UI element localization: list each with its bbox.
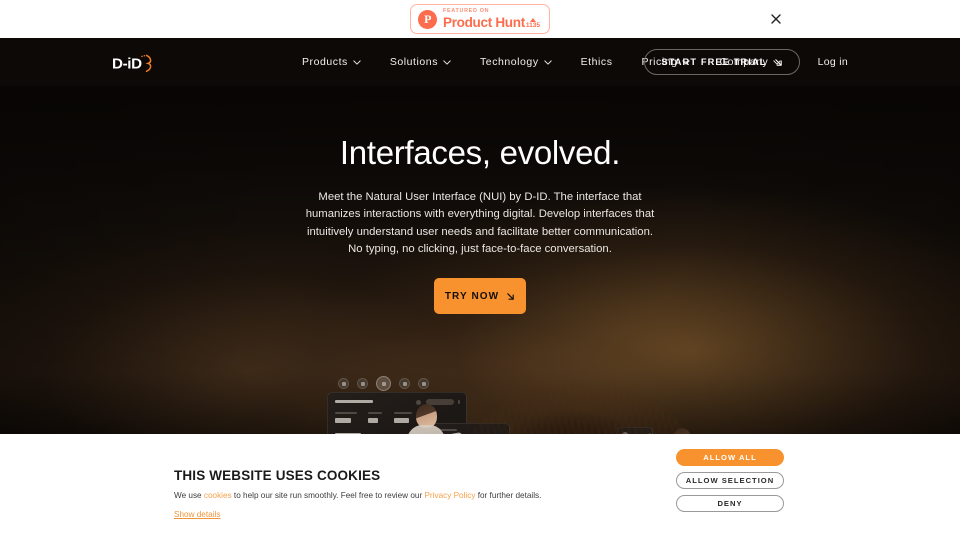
hero-section: Interfaces, evolved. Meet the Natural Us… [0, 86, 960, 434]
ar-tool-icon-5 [418, 378, 429, 389]
chevron-down-icon [443, 59, 451, 65]
product-hunt-badge[interactable]: P FEATURED ON Product Hunt 1135 [410, 4, 550, 34]
chevron-down-icon [353, 59, 361, 65]
page-title: Interfaces, evolved. [339, 134, 621, 171]
svg-text:D-iD: D-iD [112, 55, 142, 72]
start-free-trial-button[interactable]: START FREE TRIAL [644, 49, 800, 75]
nav-item-ethics[interactable]: Ethics [581, 56, 627, 68]
product-hunt-logo-icon: P [418, 9, 437, 29]
arrow-down-right-icon [774, 58, 783, 67]
badge-product-name: Product Hunt [443, 14, 525, 30]
cookie-desc-part1: We use [174, 491, 204, 500]
cookie-desc-part2: to help our site run smoothly. Feel free… [231, 491, 425, 500]
cookie-banner-description: We use cookies to help our site run smoo… [174, 490, 604, 501]
ar-tool-icon-active [376, 376, 391, 391]
try-now-label: TRY NOW [444, 290, 500, 302]
ar-tool-icon-2 [357, 378, 368, 389]
nav-label-solutions: Solutions [389, 56, 438, 68]
start-free-trial-label: START FREE TRIAL [661, 57, 767, 67]
ar-tool-icon-1 [338, 378, 349, 389]
foreground-person-silhouette [466, 386, 691, 434]
hero-subtitle: Meet the Natural User Interface (NUI) by… [305, 191, 655, 255]
cookie-action-buttons: ALLOW ALL ALLOW SELECTION DENY [676, 449, 784, 512]
nav-label-products: Products [302, 56, 348, 68]
chevron-down-icon [543, 59, 552, 65]
cookie-text-block: THIS WEBSITE USES COOKIES We use cookies… [174, 468, 604, 522]
nav-item-technology[interactable]: Technology [480, 56, 566, 68]
badge-upvote-group: 1135 [525, 17, 540, 30]
nav-label-ethics: Ethics [580, 56, 613, 68]
hero-content: Interfaces, evolved. Meet the Natural Us… [0, 86, 960, 315]
hair-texture [466, 386, 691, 434]
allow-selection-button[interactable]: ALLOW SELECTION [676, 472, 784, 489]
login-link[interactable]: Log in [818, 56, 848, 68]
nav-item-products[interactable]: Products [302, 56, 375, 68]
allow-all-button[interactable]: ALLOW ALL [676, 449, 784, 466]
cookie-consent-banner: THIS WEBSITE USES COOKIES We use cookies… [0, 434, 960, 540]
cookies-link[interactable]: cookies [204, 491, 232, 500]
close-icon[interactable] [768, 11, 784, 27]
badge-upvote-count: 1135 [525, 21, 540, 29]
badge-name-row: Product Hunt 1135 [443, 16, 540, 30]
ar-tool-icon-4 [399, 378, 410, 389]
did-logo[interactable]: D-iD [112, 50, 156, 76]
promo-bar: P FEATURED ON Product Hunt 1135 [0, 0, 960, 38]
cookie-desc-part3: for further details. [475, 491, 542, 500]
page-root: P FEATURED ON Product Hunt 1135 D-iD Pro… [0, 0, 960, 540]
nav-actions: START FREE TRIAL Log in [644, 38, 848, 86]
digital-human-avatar-center [389, 404, 463, 434]
deny-button[interactable]: DENY [676, 495, 784, 512]
nav-item-solutions[interactable]: Solutions [390, 56, 465, 68]
arrow-down-right-icon [506, 292, 515, 301]
nav-label-technology: Technology [480, 56, 539, 68]
ar-control-toolbar [338, 376, 429, 391]
try-now-button[interactable]: TRY NOW [434, 278, 526, 315]
cookie-banner-title: THIS WEBSITE USES COOKIES [174, 468, 381, 483]
badge-featured-label: FEATURED ON [443, 7, 490, 14]
privacy-policy-link[interactable]: Privacy Policy [424, 491, 475, 500]
show-details-link[interactable]: Show details [174, 510, 220, 519]
product-hunt-text: FEATURED ON Product Hunt 1135 [443, 7, 540, 30]
